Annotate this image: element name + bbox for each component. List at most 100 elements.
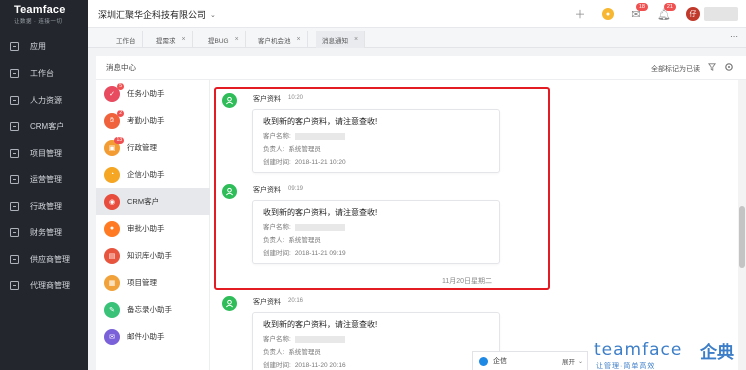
desktop-icon	[10, 68, 19, 78]
mark-all-read-button[interactable]: 全部标记为已读	[651, 64, 700, 74]
chat-bar[interactable]: 企信 展开 ⌄	[472, 351, 588, 370]
top-bar: 深圳汇聚华企科技有限公司 ⌄ ＋ ● ✉ 18 🔔︎ 21 仔	[88, 0, 746, 28]
watermark-slogan: 让管理·简单高效	[596, 363, 656, 370]
message-title: 收到新的客户资料，请注意查收!	[263, 320, 378, 329]
customer-name-row: 客户名称:	[263, 221, 345, 231]
sidebar-item-label: 运营管理	[30, 174, 62, 184]
assistant-item-chat[interactable]: ◔ 企信小助手	[96, 161, 210, 188]
tab-requirement[interactable]: 提需求 ×	[150, 31, 193, 48]
created-row: 创建时间: 2018-11-20 20:16	[263, 359, 346, 369]
tab-message-notice[interactable]: 消息通知 ×	[316, 31, 366, 48]
customer-name-blurred	[294, 335, 345, 343]
message-time: 20:16	[288, 298, 304, 304]
assistant-item-approval[interactable]: ● 审批小助手	[96, 215, 210, 242]
sidebar-item-supplier[interactable]: 供应商管理	[0, 246, 88, 272]
sidebar-item-label: 代理商管理	[30, 280, 70, 290]
tab-customer-pool[interactable]: 客户机会池 ×	[252, 31, 308, 48]
chat-icon: ◔	[104, 166, 120, 183]
admin-icon	[10, 201, 19, 211]
assistant-item-mail[interactable]: ✉ 邮件小助手	[96, 323, 210, 350]
person-icon: ●	[104, 220, 120, 237]
assistant-label: 任务小助手	[127, 89, 165, 98]
message-card[interactable]: 收到新的客户资料，请注意查收! 客户名称: 负责人: 系统管理员 创建时间: 201…	[252, 312, 500, 370]
field-label: 客户名称:	[263, 133, 291, 140]
assistant-item-task[interactable]: ✓ 5 任务小助手	[96, 80, 210, 107]
field-label: 创建时间:	[263, 159, 291, 166]
brand-tagline: 让数据 · 连接一切	[14, 19, 63, 25]
sidebar-item-finance[interactable]: 财务管理	[0, 219, 88, 245]
message-sender: 客户资料	[253, 299, 281, 306]
owner-row: 负责人: 系统管理员	[263, 234, 321, 244]
sidebar-item-label: CRM客户	[30, 121, 65, 131]
tab-workbench[interactable]: 工作台	[110, 31, 143, 48]
sidebar-item-admin[interactable]: 行政管理	[0, 193, 88, 219]
assistant-item-memo[interactable]: ✎ 备忘录小助手	[96, 296, 210, 323]
message-title: 收到新的客户资料，请注意查收!	[263, 117, 378, 126]
close-icon[interactable]: ×	[354, 36, 358, 43]
mail-button[interactable]: ✉ 18	[622, 0, 650, 28]
sidebar-item-hr[interactable]: 人力资源	[0, 87, 88, 113]
message-card[interactable]: 收到新的客户资料，请注意查收! 客户名称: 负责人: 系统管理员 创建时间: 201…	[252, 109, 500, 173]
scroll-thumb[interactable]	[739, 206, 745, 268]
created-row: 创建时间: 2018-11-21 10:20	[263, 156, 346, 166]
operations-icon	[10, 174, 19, 184]
assistant-item-attendance[interactable]: ✋︎ 2 考勤小助手	[96, 107, 210, 134]
filter-icon[interactable]	[708, 63, 716, 71]
customer-icon	[222, 296, 237, 311]
sidebar: Teamface 让数据 · 连接一切 应用 工作台 人力资源 CRM客户 项目…	[0, 0, 88, 370]
avatar[interactable]: 仔	[686, 7, 700, 21]
sidebar-item-apps[interactable]: 应用	[0, 33, 88, 59]
brand-logo[interactable]: Teamface 让数据 · 连接一切	[0, 0, 88, 30]
sidebar-item-project[interactable]: 项目管理	[0, 140, 88, 166]
close-icon[interactable]: ×	[297, 36, 301, 43]
field-label: 客户名称:	[263, 336, 291, 343]
sidebar-item-crm[interactable]: CRM客户	[0, 113, 88, 139]
notification-button[interactable]: 🔔︎ 21	[650, 0, 678, 28]
assistant-item-admin[interactable]: ▣ 13 行政管理	[96, 134, 210, 161]
gear-icon[interactable]	[724, 62, 734, 72]
tab-bug[interactable]: 提BUG ×	[202, 31, 246, 48]
customer-icon	[222, 184, 237, 199]
field-value: 系统管理员	[288, 237, 321, 244]
close-icon[interactable]: ×	[182, 36, 186, 43]
company-switcher[interactable]: 深圳汇聚华企科技有限公司 ⌄	[98, 8, 216, 21]
assistant-item-crm[interactable]: ◉ CRM客户	[96, 188, 210, 215]
close-icon[interactable]: ×	[235, 36, 239, 43]
mail-icon: ✉	[104, 328, 120, 345]
sidebar-item-workbench[interactable]: 工作台	[0, 60, 88, 86]
project-icon: ▦	[104, 274, 120, 291]
briefcase-icon: ▣ 13	[104, 136, 124, 156]
tab-bar: 工作台 提需求 × 提BUG × 客户机会池 × 消息通知 × ⋯	[88, 28, 746, 48]
user-name-blurred[interactable]	[704, 7, 738, 21]
watermark-logo: teamface	[594, 340, 683, 360]
tag-button[interactable]: ●	[594, 0, 622, 28]
assistant-item-project[interactable]: ▦ 项目管理	[96, 269, 210, 296]
chevron-down-icon: ⌄	[210, 11, 216, 19]
scrollbar[interactable]	[738, 80, 746, 370]
panel-title: 消息中心	[106, 63, 136, 72]
tab-label: 消息通知	[322, 37, 348, 45]
brand-name: Teamface	[14, 4, 66, 16]
more-icon[interactable]: ⋯	[730, 32, 738, 41]
expand-button[interactable]: 展开	[562, 356, 575, 366]
sidebar-item-label: 人力资源	[30, 95, 62, 105]
mail-badge: 18	[635, 3, 648, 11]
unread-badge: 5	[117, 82, 124, 90]
message-sender: 客户资料	[253, 187, 281, 194]
message-card[interactable]: 收到新的客户资料，请注意查收! 客户名称: 负责人: 系统管理员 创建时间: 201…	[252, 200, 500, 264]
sidebar-item-agent[interactable]: 代理商管理	[0, 272, 88, 298]
unread-badge: 13	[114, 136, 124, 144]
tab-label: 工作台	[116, 37, 136, 45]
agent-icon	[10, 280, 19, 290]
tag-icon: ●	[602, 8, 614, 20]
assistant-label: 知识库小助手	[127, 251, 172, 260]
finance-icon	[10, 227, 19, 237]
watermark: teamface 企典 让管理·简单高效	[594, 340, 744, 370]
message-list[interactable]: 客户资料 10:20 收到新的客户资料，请注意查收! 客户名称: 负责人: 系统管…	[210, 80, 736, 370]
grid-icon	[10, 41, 19, 51]
sidebar-item-operations[interactable]: 运营管理	[0, 166, 88, 192]
add-icon[interactable]: ＋	[566, 0, 594, 28]
created-row: 创建时间: 2018-11-21 09:19	[263, 247, 346, 257]
assistant-item-knowledge[interactable]: ▤ 知识库小助手	[96, 242, 210, 269]
field-value: 系统管理员	[288, 146, 321, 153]
